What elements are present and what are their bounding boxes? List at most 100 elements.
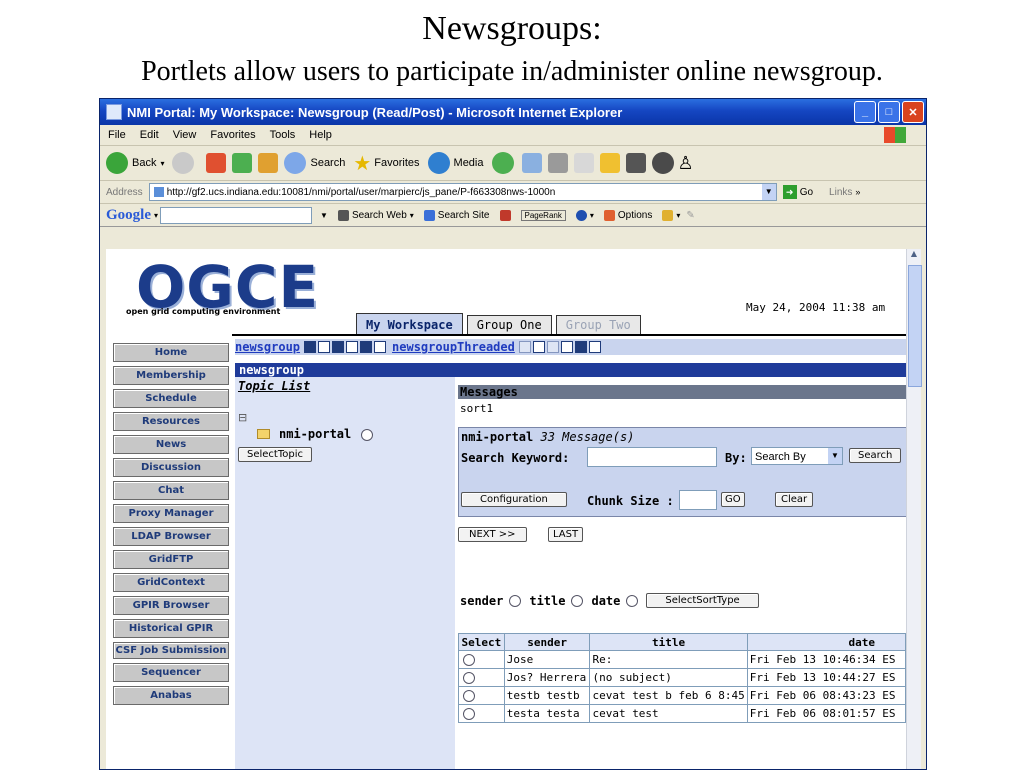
row-select-radio[interactable] xyxy=(463,654,475,666)
menu-favorites[interactable]: Favorites xyxy=(210,129,255,141)
newsgroup-link[interactable]: newsgroup xyxy=(235,340,300,354)
forward-button[interactable] xyxy=(172,152,198,174)
nav-gridcontext[interactable]: GridContext xyxy=(113,573,229,592)
media-button[interactable]: Media xyxy=(427,152,484,174)
nav-membership[interactable]: Membership xyxy=(113,366,229,385)
last-button[interactable]: LAST xyxy=(548,527,584,542)
go-button[interactable]: GO xyxy=(721,492,745,507)
info-icon[interactable] xyxy=(575,209,587,221)
search-button[interactable]: Search xyxy=(284,152,345,174)
user-icon[interactable]: ♙ xyxy=(678,153,694,174)
nav-anabas[interactable]: Anabas xyxy=(113,686,229,705)
row-select-radio[interactable] xyxy=(463,708,475,720)
sort-date-radio[interactable] xyxy=(626,594,639,607)
google-search-input[interactable] xyxy=(160,206,313,224)
nav-ldap-browser[interactable]: LDAP Browser xyxy=(113,527,229,546)
menu-file[interactable]: File xyxy=(108,129,126,141)
newsgroup-threaded-link[interactable]: newsgroupThreaded xyxy=(392,340,515,354)
table-row[interactable]: testb testb cevat test b feb 6 8:45 Fri … xyxy=(458,686,906,705)
scroll-up-icon[interactable]: ▲ xyxy=(907,249,921,263)
google-history-dropdown-icon[interactable]: ▼ xyxy=(320,211,328,220)
sort-title-radio[interactable] xyxy=(571,594,584,607)
menu-tools[interactable]: Tools xyxy=(270,129,296,141)
address-dropdown-icon[interactable]: ▼ xyxy=(761,184,776,200)
tab-group-two[interactable]: Group Two xyxy=(555,315,641,334)
back-dropdown-icon[interactable]: ▾ xyxy=(160,159,164,168)
links-chevron-icon[interactable]: » xyxy=(855,187,860,197)
close-icon[interactable]: ✕ xyxy=(902,101,924,123)
minimize-portlet-icon[interactable] xyxy=(360,341,373,353)
nav-historical-gpir[interactable]: Historical GPIR xyxy=(113,619,229,638)
tab-my-workspace[interactable]: My Workspace xyxy=(356,313,463,334)
row-select-radio[interactable] xyxy=(463,690,475,702)
close-portlet-icon[interactable] xyxy=(346,341,359,353)
print-portlet-icon[interactable] xyxy=(332,341,345,353)
configuration-button[interactable]: Configuration xyxy=(461,492,567,507)
search-keyword-input[interactable] xyxy=(587,447,717,467)
row-select-radio[interactable] xyxy=(463,672,475,684)
history-icon[interactable] xyxy=(491,152,514,174)
favorites-button[interactable]: ★ Favorites xyxy=(353,151,419,176)
nav-csf-job-submission[interactable]: CSF Job Submission xyxy=(113,642,229,659)
search-site-button[interactable]: Search Site xyxy=(423,209,490,221)
chevron-down-icon[interactable]: ▼ xyxy=(828,448,842,464)
home-icon[interactable] xyxy=(258,153,279,173)
nav-resources[interactable]: Resources xyxy=(113,412,229,431)
messenger-icon[interactable] xyxy=(625,153,646,173)
bookmark-dropdown-icon[interactable]: ▾ xyxy=(676,211,680,220)
table-row[interactable]: testa testa cevat test Fri Feb 06 08:01:… xyxy=(458,704,906,723)
google-dropdown-icon[interactable]: ▾ xyxy=(154,211,158,220)
refresh-icon[interactable] xyxy=(232,153,253,173)
help-threaded-icon[interactable] xyxy=(532,341,545,353)
pencil-icon[interactable]: ✎ xyxy=(686,210,694,221)
scrollbar-thumb[interactable] xyxy=(908,265,922,387)
folder-icon[interactable] xyxy=(599,153,620,173)
nav-chat[interactable]: Chat xyxy=(113,481,229,500)
menu-edit[interactable]: Edit xyxy=(140,129,159,141)
nav-discussion[interactable]: Discussion xyxy=(113,458,229,477)
nav-gridftp[interactable]: GridFTP xyxy=(113,550,229,569)
mail-icon[interactable] xyxy=(521,153,542,173)
info-dropdown-icon[interactable]: ▾ xyxy=(590,211,594,220)
title-bar[interactable]: NMI Portal: My Workspace: Newsgroup (Rea… xyxy=(100,99,926,125)
menu-help[interactable]: Help xyxy=(309,129,332,141)
go-button[interactable]: ➜ Go xyxy=(782,185,813,199)
edit-portlet-icon[interactable] xyxy=(304,341,317,353)
nav-proxy-manager[interactable]: Proxy Manager xyxy=(113,504,229,523)
edit-threaded-icon[interactable] xyxy=(518,341,531,353)
maximize-threaded-icon[interactable] xyxy=(588,341,601,353)
search-by-select[interactable]: Search By ▼ xyxy=(751,447,843,465)
research-icon[interactable] xyxy=(651,152,674,174)
news-icon[interactable] xyxy=(499,209,511,221)
bookmark-folder-icon[interactable] xyxy=(662,209,674,221)
close-threaded-icon[interactable] xyxy=(560,341,573,353)
sort-sender-radio[interactable] xyxy=(509,594,522,607)
clear-button[interactable]: Clear xyxy=(775,492,814,507)
back-button[interactable]: Back ▾ xyxy=(106,152,164,174)
nav-news[interactable]: News xyxy=(113,435,229,454)
table-row[interactable]: Jose Re: Fri Feb 13 10:46:34 ES xyxy=(458,650,906,669)
table-row[interactable]: Jos? Herrera (no subject) Fri Feb 13 10:… xyxy=(458,668,906,687)
stop-icon[interactable] xyxy=(206,153,227,173)
address-input[interactable]: http://gf2.ucs.indiana.edu:10081/nmi/por… xyxy=(148,183,777,201)
nav-home[interactable]: Home xyxy=(113,343,229,362)
search-web-button[interactable]: Search Web ▾ xyxy=(337,209,414,221)
tab-group-one[interactable]: Group One xyxy=(466,315,552,334)
maximize-portlet-icon[interactable] xyxy=(374,341,387,353)
select-sort-type-button[interactable]: SelectSortType xyxy=(646,593,759,608)
vertical-scrollbar[interactable]: ▲ xyxy=(906,249,922,769)
search-button[interactable]: Search xyxy=(849,448,902,463)
nav-schedule[interactable]: Schedule xyxy=(113,389,229,408)
maximize-icon[interactable]: □ xyxy=(878,101,900,123)
minimize-icon[interactable]: _ xyxy=(854,101,876,123)
help-portlet-icon[interactable] xyxy=(318,341,331,353)
edit-icon[interactable] xyxy=(573,153,594,173)
print-icon[interactable] xyxy=(547,153,568,173)
google-logo[interactable]: Google xyxy=(106,207,151,224)
search-web-dropdown-icon[interactable]: ▾ xyxy=(410,211,414,220)
chunk-size-input[interactable] xyxy=(679,490,717,510)
print-threaded-icon[interactable] xyxy=(546,341,559,353)
nav-gpir-browser[interactable]: GPIR Browser xyxy=(113,596,229,615)
select-topic-button[interactable]: SelectTopic xyxy=(238,447,313,462)
menu-view[interactable]: View xyxy=(173,129,197,141)
